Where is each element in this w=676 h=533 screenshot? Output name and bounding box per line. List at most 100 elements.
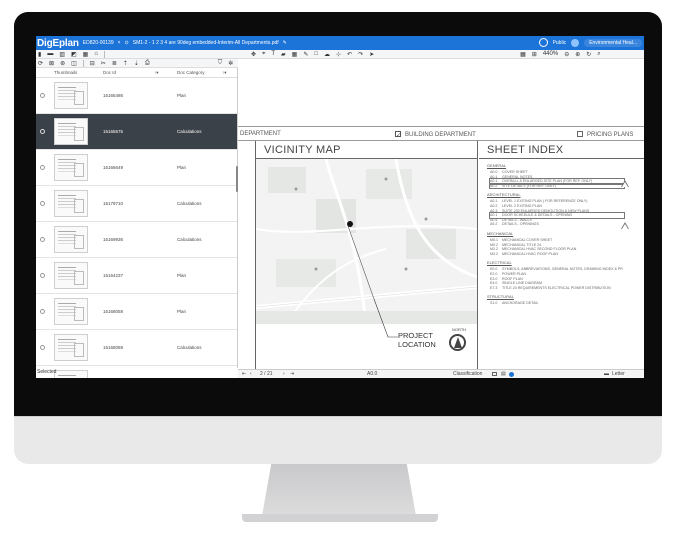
document-thumbnail[interactable] [54, 154, 88, 181]
department-selector[interactable]: Environmental Heal... [584, 38, 642, 47]
doc-category-cell: Calculations [177, 345, 202, 350]
sheet-index-panel: SHEET INDEX GENERAL A0.0 COVER SHEET A0.1 GE… [479, 141, 644, 369]
document-thumbnail[interactable] [54, 334, 88, 361]
grid-view-icon[interactable]: ▦ [520, 51, 526, 58]
row-select-radio[interactable] [40, 129, 45, 134]
row-select-radio[interactable] [40, 345, 45, 350]
cloud-icon[interactable]: ☁ [324, 51, 330, 58]
document-thumbnail[interactable] [54, 370, 88, 378]
col-thumbnails[interactable]: Thumbnails [54, 70, 77, 75]
redo-icon[interactable]: ↷ [358, 51, 363, 58]
row-select-radio[interactable] [40, 237, 45, 242]
cursor-icon[interactable]: ➤ [369, 51, 374, 58]
text-icon[interactable]: T [271, 51, 275, 57]
undo-icon[interactable]: ↶ [347, 51, 352, 58]
revision-delta-icon [621, 222, 629, 229]
split-icon[interactable]: ⊟ [90, 60, 95, 67]
document-viewer[interactable]: DEPARTMENT ✓ BUILDING DEPARTMENT PRICING … [238, 59, 644, 369]
print-icon[interactable]: ⎙ [145, 60, 150, 67]
zoom-level[interactable]: 440% [543, 51, 558, 57]
document-row[interactable]: 15169936 Calculations [36, 222, 237, 258]
document-row[interactable]: 15168069 Calculations [36, 330, 237, 366]
download-icon[interactable]: ⇣ [134, 60, 139, 67]
toolbar-stamp-icon[interactable]: ▦ [83, 51, 89, 58]
doc-id-cell: 15179710 [103, 201, 124, 206]
row-select-radio[interactable] [40, 165, 45, 170]
document-thumbnail[interactable] [54, 118, 88, 145]
public-toggle[interactable]: Public [553, 40, 567, 46]
fit-icon[interactable]: ⊞ [532, 51, 537, 58]
document-row[interactable]: 15164237 Plan [36, 258, 237, 294]
document-row[interactable]: 15179710 Calculations [36, 186, 237, 222]
select-icon[interactable]: ⌖ [262, 51, 265, 58]
document-row[interactable]: 15168058 Plan [36, 294, 237, 330]
first-page-button[interactable]: ⇤ [242, 371, 246, 377]
document-row[interactable]: 15146916Plan [36, 366, 237, 378]
document-row[interactable]: 15166649 Plan [36, 150, 237, 186]
next-page-button[interactable]: › [283, 371, 285, 377]
document-thumbnail[interactable] [54, 262, 88, 289]
upload-icon[interactable]: ⇡ [123, 60, 128, 67]
scan-icon[interactable]: ⊛ [60, 60, 65, 67]
doc-id-cell: 15169936 [103, 237, 124, 242]
filter-icon[interactable]: ⛉ [218, 60, 223, 67]
document-row[interactable]: 15165486 Plan [36, 78, 237, 114]
sheet-number: A0.0 [367, 371, 378, 377]
doc-id-cell: 15168058 [103, 309, 124, 314]
prev-page-button[interactable]: ‹ [250, 371, 252, 377]
document-thumbnail[interactable] [54, 190, 88, 217]
measure-icon[interactable]: ⊹ [336, 51, 341, 58]
document-thumbnail[interactable] [54, 226, 88, 253]
status-bar: ⇤ ‹ 2 / 21 › ⇥ A0.0 Classification ▤ ▬ L… [238, 369, 644, 378]
col-doc-category[interactable]: Doc Category [177, 70, 205, 75]
page-size-label[interactable]: Letter [612, 371, 625, 377]
row-select-radio[interactable] [40, 309, 45, 314]
dept-text: BUILDING DEPARTMENT [405, 132, 476, 138]
document-thumbnail[interactable] [54, 82, 88, 109]
tools-icon[interactable]: ✂ [101, 60, 106, 67]
page-indicator[interactable]: 2 / 21 [260, 371, 273, 377]
rotate-icon[interactable]: ↻ [586, 51, 591, 58]
highlight-icon[interactable]: ▦ [292, 51, 298, 58]
row-select-radio[interactable] [40, 273, 45, 278]
flag-icon[interactable]: ▤ [501, 371, 506, 377]
document-row[interactable]: 15165575 Calculations [36, 114, 237, 150]
last-page-button[interactable]: ⇥ [290, 371, 294, 377]
dept-label-2: ✓ BUILDING DEPARTMENT [395, 131, 476, 139]
edit-icon[interactable]: ✎ [283, 40, 287, 46]
sort-icon[interactable]: ↑▾ [222, 70, 227, 76]
toolbar-markup-icon[interactable]: ⌂ [94, 51, 98, 57]
layers-icon[interactable]: ◫ [71, 60, 77, 67]
zoom-in-icon[interactable]: ⊕ [575, 51, 580, 58]
settings-icon[interactable]: ⊙ [125, 40, 129, 46]
row-select-radio[interactable] [40, 201, 45, 206]
toolbar-bookmark-icon[interactable]: ◩ [71, 51, 77, 58]
zoom-out-icon[interactable]: ⊖ [564, 51, 569, 58]
list-icon[interactable]: ≣ [112, 60, 117, 67]
accessibility-icon[interactable] [538, 38, 548, 47]
document-thumbnail[interactable] [54, 298, 88, 325]
col-doc-id[interactable]: Doc Id [103, 70, 116, 75]
gear-icon[interactable]: ✲ [228, 60, 233, 67]
toolbar-layout-icon[interactable]: ▥ [59, 51, 65, 58]
classification-label[interactable]: Classification [453, 371, 482, 377]
dept-label-3: PRICING PLANS [577, 131, 633, 138]
project-label-line2: LOCATION [398, 340, 436, 349]
department-bar: DEPARTMENT ✓ BUILDING DEPARTMENT PRICING … [238, 126, 644, 141]
note-icon[interactable]: ▰ [281, 51, 286, 58]
pen-icon[interactable]: ✎ [303, 51, 308, 58]
pan-icon[interactable]: ✥ [251, 51, 256, 58]
toolbar-open-icon[interactable]: ▮ [38, 51, 41, 58]
compare-icon[interactable]: ⊠ [49, 60, 54, 67]
document-list-header: Thumbnails Doc Id ↑▾ Doc Category ↑▾ [36, 68, 237, 78]
doc-category-cell: Plan [177, 273, 187, 278]
search-icon[interactable]: ⌕ [597, 51, 600, 58]
toolbar-folder-icon[interactable]: ▬ [47, 51, 53, 57]
close-doc-button[interactable]: × [118, 40, 121, 46]
toolbar-divider [103, 50, 105, 58]
north-arrow-icon [449, 334, 466, 351]
sort-icon[interactable]: ↑▾ [154, 70, 159, 76]
row-select-radio[interactable] [40, 93, 45, 98]
shape-icon[interactable]: □ [314, 51, 318, 57]
refresh-icon[interactable]: ⟳ [38, 60, 43, 67]
